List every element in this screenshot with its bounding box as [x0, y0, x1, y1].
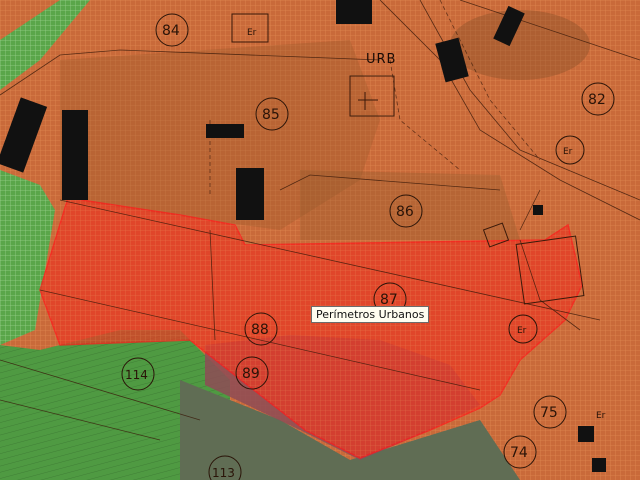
- parcel-label-86: 86: [396, 204, 414, 220]
- parcel-label-82: 82: [588, 92, 606, 108]
- parcel-label-89: 89: [242, 366, 260, 382]
- tooltip-urban-perimeters: Perímetros Urbanos: [311, 306, 430, 323]
- parcel-label-113: 113: [212, 466, 235, 480]
- er-label: Er: [563, 147, 573, 157]
- building: [236, 168, 264, 220]
- er-label: Er: [247, 28, 257, 38]
- parcel-label-74: 74: [510, 445, 528, 461]
- urb-label: URB: [366, 52, 396, 67]
- map-canvas[interactable]: 84 85 86 87 88 89 82 75 74 114 113 URB E…: [0, 0, 640, 480]
- building: [336, 0, 372, 24]
- er-label: Er: [517, 326, 527, 336]
- building: [206, 124, 244, 138]
- parcel-label-75: 75: [540, 405, 558, 421]
- map-layer: 84 85 86 87 88 89 82 75 74 114 113 URB E…: [0, 0, 640, 480]
- parcel-label-85: 85: [262, 107, 280, 123]
- building: [533, 205, 543, 215]
- building: [592, 458, 606, 472]
- parcel-label-84: 84: [162, 23, 180, 39]
- building: [578, 426, 594, 442]
- building: [62, 110, 88, 200]
- er-label: Er: [596, 411, 606, 421]
- parcel-label-88: 88: [251, 322, 269, 338]
- parcel-label-114: 114: [125, 368, 148, 382]
